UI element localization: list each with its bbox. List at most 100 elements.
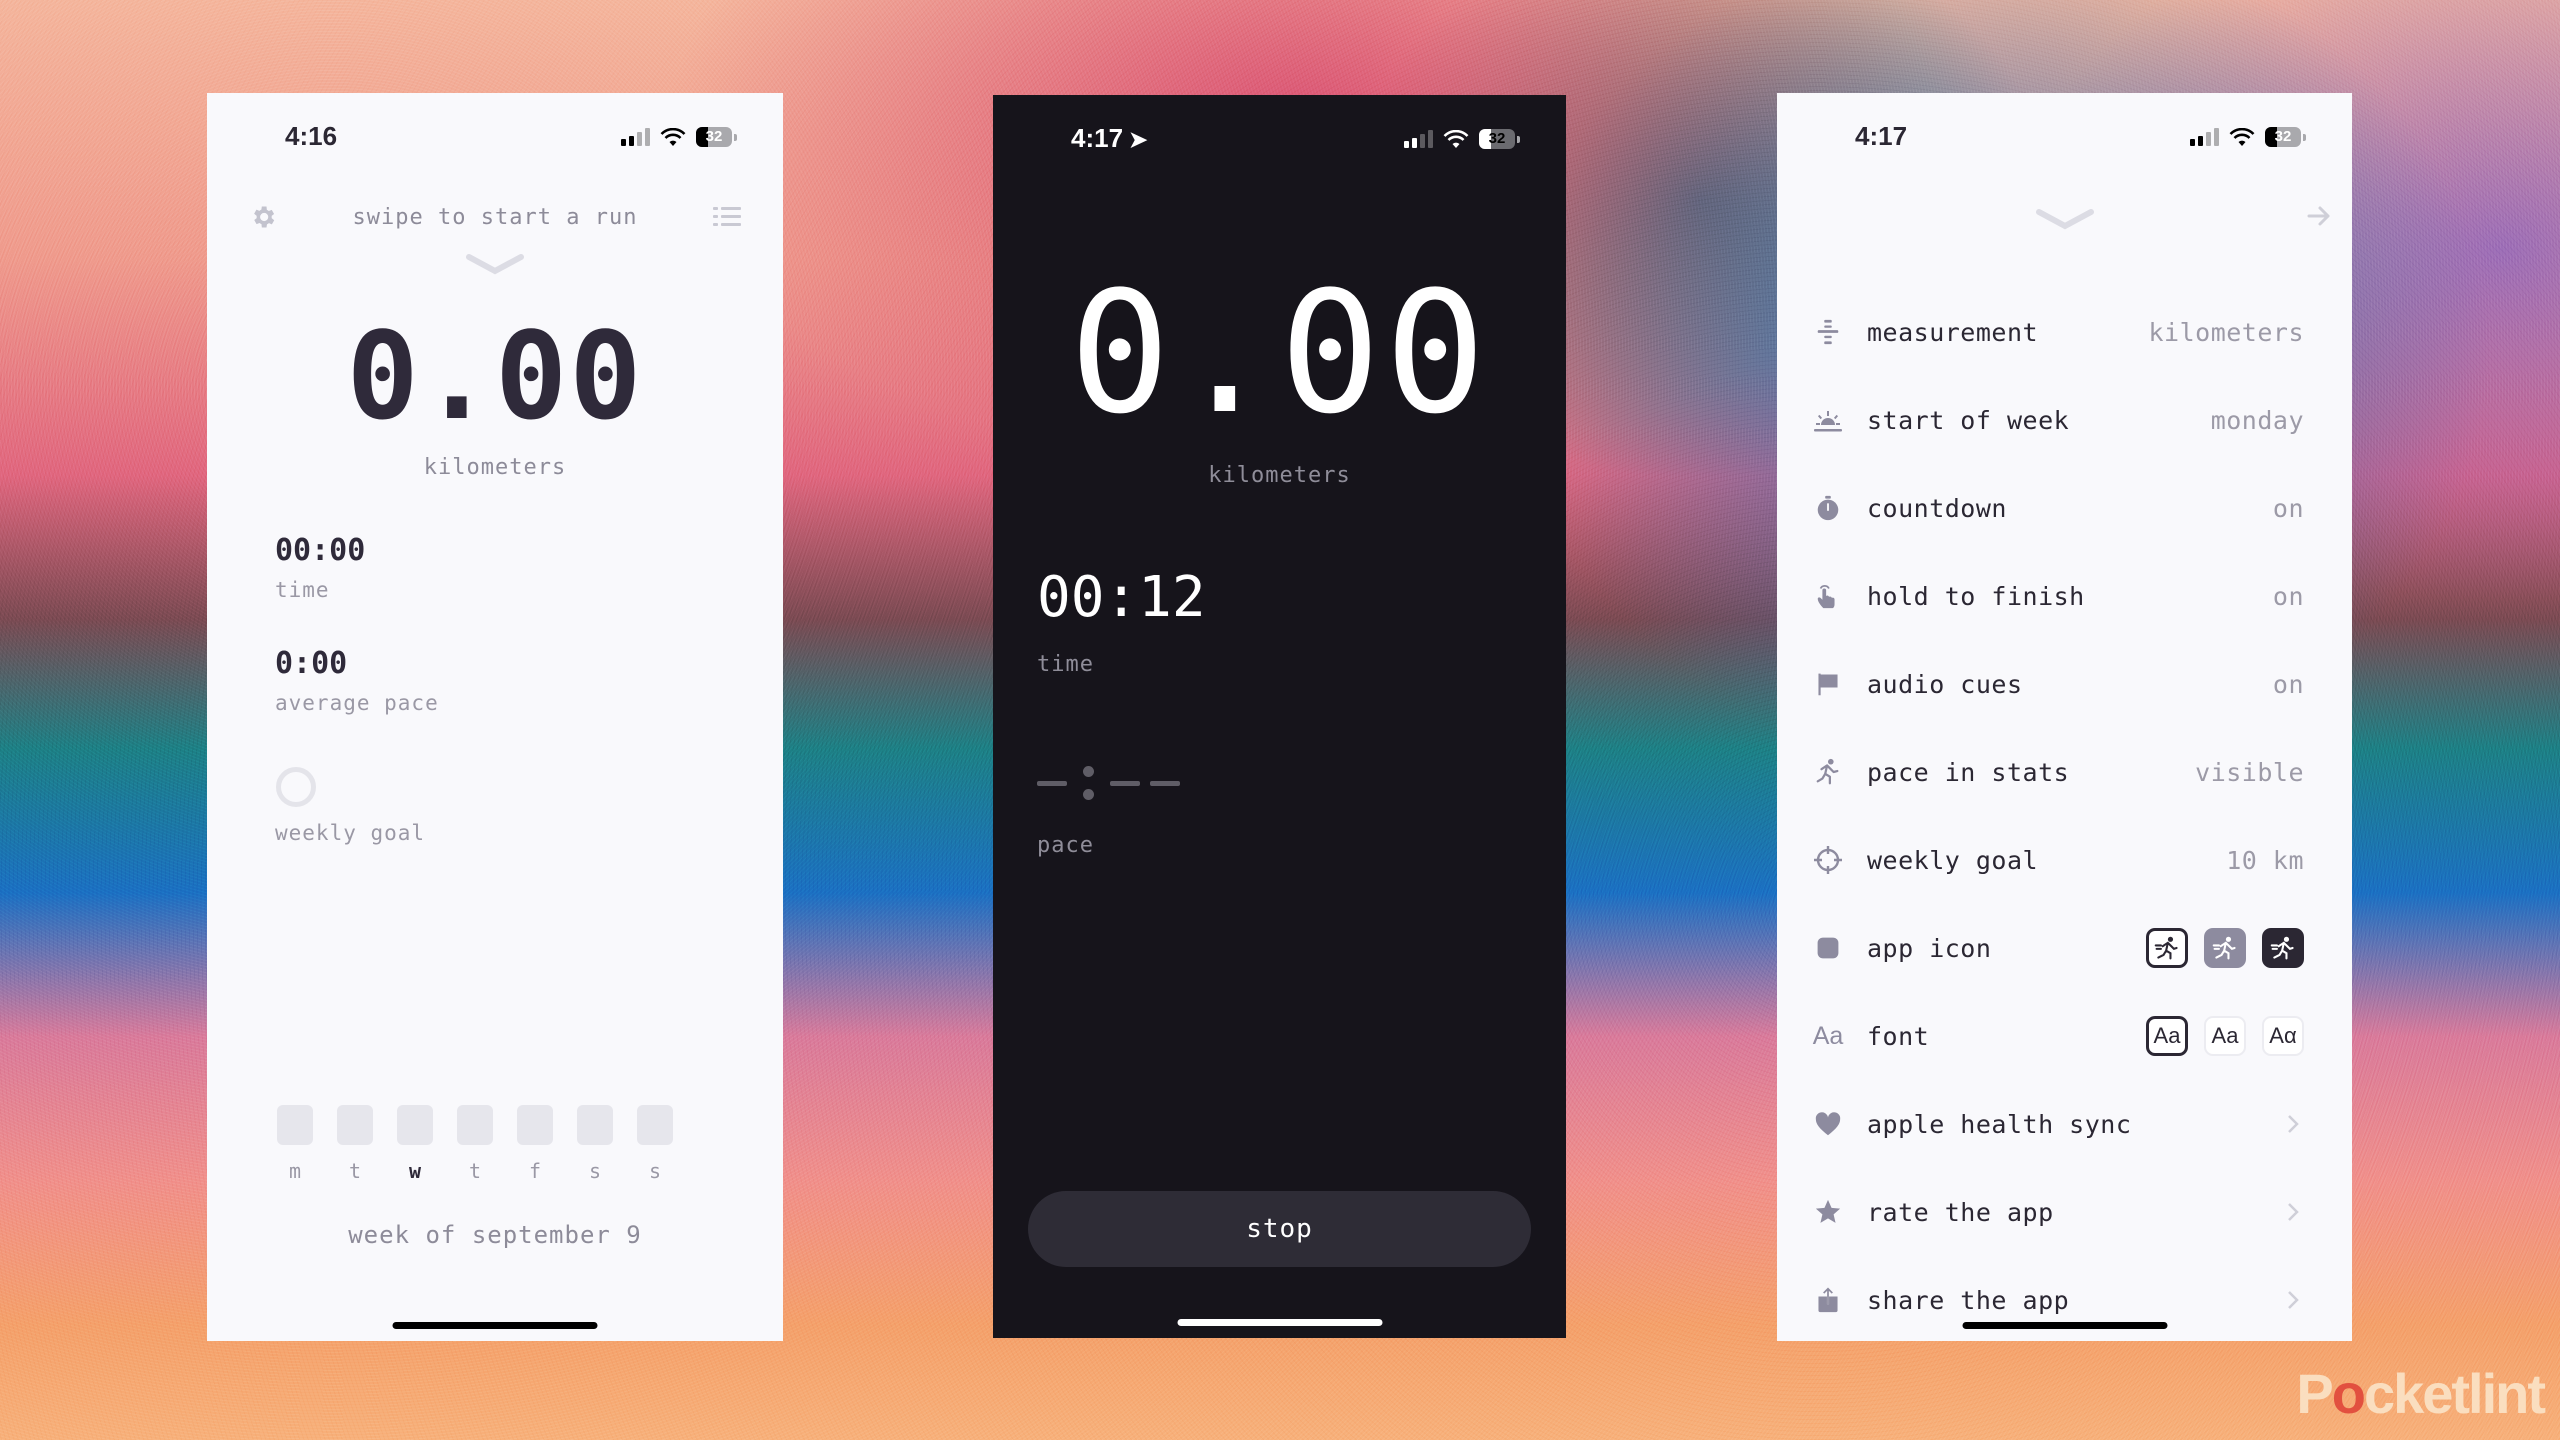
status-time-text: 4:17 [1071,123,1124,153]
average-pace-label: average pace [275,691,439,715]
setting-label: measurement [1867,317,2039,347]
flag-icon [1813,669,1843,699]
pace-placeholder-value [1037,755,1180,811]
setting-label: apple health sync [1867,1109,2132,1139]
setting-apple-health-sync[interactable]: apple health sync [1813,1080,2304,1168]
setting-label: share the app [1867,1285,2070,1315]
home-indicator[interactable] [1177,1319,1382,1326]
font-option-1[interactable]: Aa [2146,1016,2188,1056]
phone-settings-screen: 4:17 32 measurement kilometers start of … [1777,93,2352,1341]
day-column: m [277,1105,313,1183]
app-icon-option-grey[interactable] [2204,928,2246,968]
week-days: m t w t f s s [277,1105,673,1183]
run-history-list-icon[interactable] [713,205,741,229]
setting-value: on [2272,493,2304,523]
setting-font: Aa font Aa Aa Aα [1813,992,2304,1080]
wifi-icon [2229,128,2255,146]
distance-unit: kilometers [423,455,567,480]
runner-icon [2212,936,2236,960]
arrow-right-icon[interactable] [2306,203,2332,229]
chevron-right-icon [2288,1203,2299,1221]
setting-audio-cues[interactable]: audio cues on [1813,640,2304,728]
battery-icon: 32 [696,127,732,147]
day-label: s [648,1159,662,1183]
home-header: swipe to start a run [207,203,783,275]
setting-value: kilometers [2148,317,2304,347]
day-label: m [288,1159,302,1183]
stop-run-button[interactable]: stop [1028,1191,1531,1267]
cellular-signal-icon [621,128,650,146]
home-indicator[interactable] [1962,1322,2167,1329]
app-icon-option-dark[interactable] [2262,928,2304,968]
timer-icon [1813,493,1843,523]
setting-label: font [1867,1021,1930,1051]
setting-hold-to-finish[interactable]: hold to finish on [1813,552,2304,640]
app-icon-option-light[interactable] [2146,928,2188,968]
runner-icon [2154,936,2178,960]
setting-label: app icon [1867,933,1992,963]
share-icon [1813,1285,1843,1315]
day-label: t [468,1159,482,1183]
setting-measurement[interactable]: measurement kilometers [1813,288,2304,376]
setting-label: rate the app [1867,1197,2054,1227]
battery-icon: 32 [1479,129,1515,149]
pace-label: pace [1037,833,1094,858]
setting-weekly-goal[interactable]: weekly goal 10 km [1813,816,2304,904]
cellular-signal-icon [2190,128,2219,146]
distance-unit: kilometers [1208,463,1351,488]
day-column: f [517,1105,553,1183]
setting-countdown[interactable]: countdown on [1813,464,2304,552]
setting-label: countdown [1867,493,2007,523]
swipe-hint: swipe to start a run [352,205,638,230]
status-time: 4:17 ➤ [1071,123,1147,154]
battery-cap [734,133,737,141]
setting-label: hold to finish [1867,581,2085,611]
day-activity-box [397,1105,433,1145]
home-indicator[interactable] [392,1322,598,1329]
distance-value: 0.00 [346,308,644,447]
time-value: 00:00 [275,533,366,568]
time-label: time [1037,652,1094,677]
dismiss-chevron-down-icon[interactable] [2035,208,2095,230]
chevron-right-icon [2288,1115,2299,1133]
setting-label: pace in stats [1867,757,2070,787]
weekly-goal-progress-ring [276,767,316,807]
weekly-goal-label: weekly goal [275,821,426,845]
app-icon-options [2146,928,2304,968]
wifi-icon [1443,130,1469,148]
day-label: t [348,1159,362,1183]
day-activity-box [637,1105,673,1145]
day-column: s [577,1105,613,1183]
distance-value: 0.00 [1069,255,1490,451]
star-icon [1813,1197,1843,1227]
font-option-3[interactable]: Aα [2262,1016,2304,1056]
power-icon-o: o [2331,1362,2366,1425]
pace-stat: pace [1037,755,1180,858]
setting-pace-in-stats[interactable]: pace in stats visible [1813,728,2304,816]
setting-start-of-week[interactable]: start of week monday [1813,376,2304,464]
day-column: s [637,1105,673,1183]
day-column: t [457,1105,493,1183]
setting-value: monday [2210,405,2304,435]
font-option-2[interactable]: Aa [2204,1016,2246,1056]
setting-value: on [2272,581,2304,611]
chevron-right-icon [2288,1291,2299,1309]
setting-label: start of week [1867,405,2070,435]
day-label: s [588,1159,602,1183]
location-arrow-icon: ➤ [1129,127,1148,152]
pocketlint-watermark-logo: Pocketlint [2296,1362,2546,1425]
swipe-chevron-down-icon[interactable] [465,253,525,275]
day-activity-box [277,1105,313,1145]
battery-icon: 32 [2265,127,2301,147]
day-label: w [408,1159,422,1183]
day-activity-box [337,1105,373,1145]
day-label: f [528,1159,542,1183]
runner-icon [2270,936,2294,960]
day-activity-box [517,1105,553,1145]
sunrise-icon [1813,405,1843,435]
time-label: time [275,578,330,602]
week-caption: week of september 9 [348,1221,642,1249]
measurement-icon [1813,317,1843,347]
phone-home-screen: 4:16 32 swipe to start a run 0.00 kilome… [207,93,783,1341]
setting-rate-the-app[interactable]: rate the app [1813,1168,2304,1256]
